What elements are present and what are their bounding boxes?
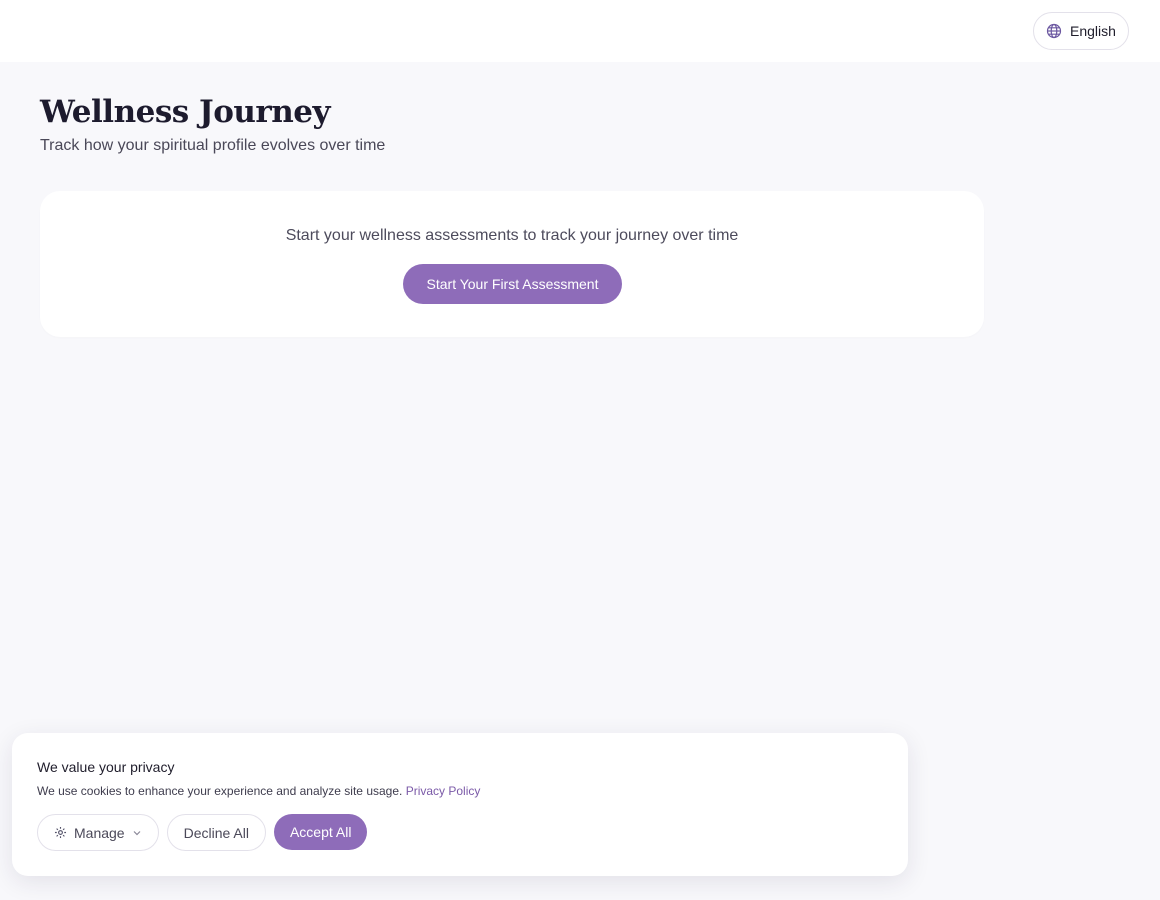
cookie-button-row: Manage Decline All Accept All	[37, 814, 368, 851]
privacy-policy-link[interactable]: Privacy Policy	[406, 784, 481, 798]
cookie-banner-description: We use cookies to enhance your experienc…	[37, 784, 480, 798]
page-title: Wellness Journey	[40, 94, 331, 130]
manage-label: Manage	[74, 824, 125, 841]
cookie-consent-banner: We value your privacy We use cookies to …	[12, 733, 908, 876]
accept-all-button[interactable]: Accept All	[273, 814, 368, 850]
language-label: English	[1070, 23, 1116, 39]
decline-all-button[interactable]: Decline All	[166, 814, 266, 851]
empty-state-message: Start your wellness assessments to track…	[285, 227, 739, 244]
top-bar: English	[0, 0, 1160, 62]
language-selector-button[interactable]: English	[1033, 12, 1129, 50]
start-first-assessment-button[interactable]: Start Your First Assessment	[403, 264, 622, 304]
empty-state-card: Start your wellness assessments to track…	[40, 191, 984, 337]
page-subtitle: Track how your spiritual profile evolves…	[40, 137, 386, 154]
gear-icon	[54, 826, 67, 839]
globe-icon	[1046, 23, 1062, 39]
chevron-down-icon	[132, 828, 142, 838]
cookie-banner-title: We value your privacy	[37, 759, 175, 775]
manage-cookies-button[interactable]: Manage	[37, 814, 159, 851]
cookie-description-text: We use cookies to enhance your experienc…	[37, 784, 403, 798]
